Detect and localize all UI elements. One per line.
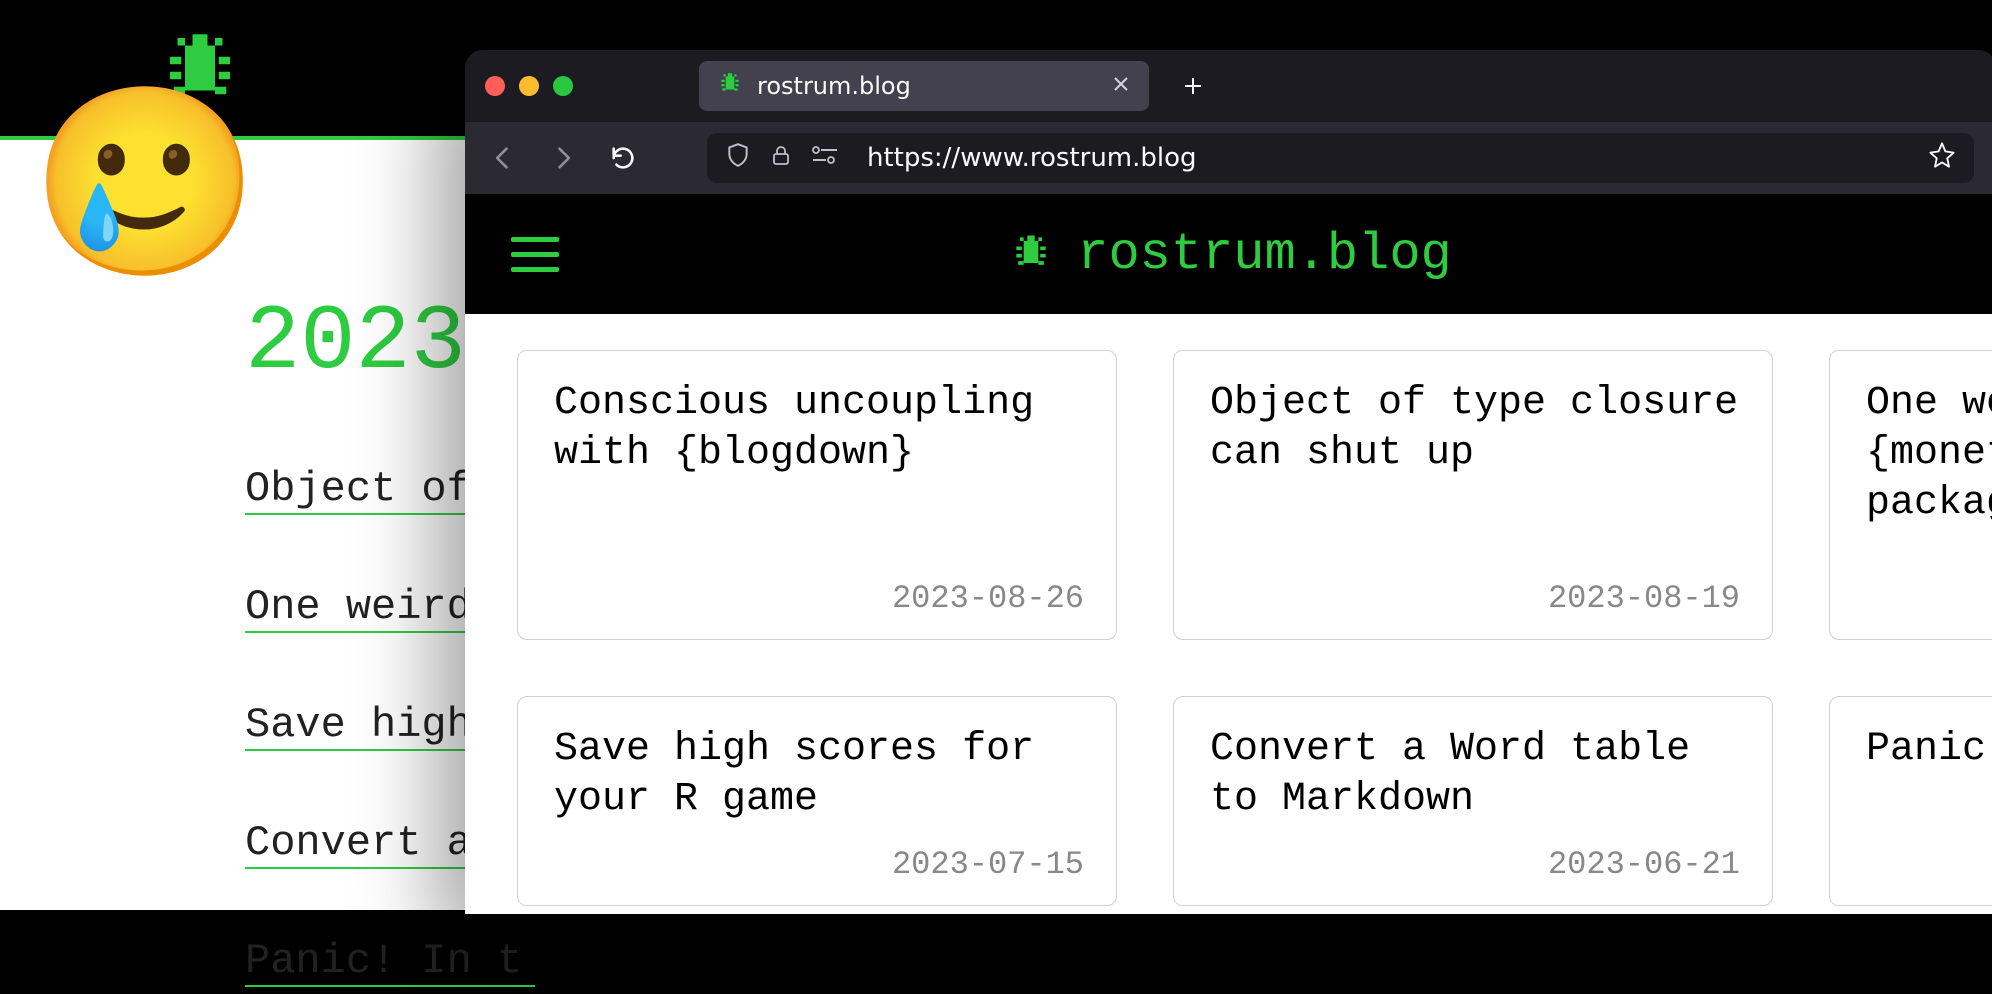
close-icon[interactable] xyxy=(1111,72,1131,100)
page-content: rostrum.blog Conscious uncoupling with {… xyxy=(465,194,1992,914)
post-card-title: Conscious uncoupling with {blogdown} xyxy=(554,379,1084,479)
forward-button[interactable] xyxy=(547,142,579,174)
post-card-date: 2023-07-15 xyxy=(554,846,1084,883)
post-card[interactable]: Conscious uncoupling with {blogdown} 202… xyxy=(517,350,1117,640)
post-card-date: 2023-08-19 xyxy=(1210,580,1740,617)
post-card-date: 2023-08-26 xyxy=(554,580,1084,617)
reload-button[interactable] xyxy=(607,142,639,174)
new-tab-button[interactable] xyxy=(1175,68,1211,104)
window-close-button[interactable] xyxy=(485,76,505,96)
post-card-title: Convert a Word table to Markdown xyxy=(1210,725,1740,825)
post-card-title: One weir {monetiz package xyxy=(1866,379,1992,529)
bug-icon xyxy=(1009,227,1053,282)
post-card[interactable]: One weir {monetiz package xyxy=(1829,350,1992,640)
tab-title: rostrum.blog xyxy=(757,72,911,100)
background-post-link[interactable]: Panic! In t xyxy=(245,937,535,987)
post-card-date: 2023-06-21 xyxy=(1210,846,1740,883)
smiling-tear-emoji: 🥲 xyxy=(30,105,260,290)
bookmark-star-icon[interactable] xyxy=(1928,141,1956,176)
post-card-grid: Conscious uncoupling with {blogdown} 202… xyxy=(465,314,1992,914)
shield-icon[interactable] xyxy=(725,142,751,175)
post-card-title: Object of type closure can shut up xyxy=(1210,379,1740,479)
url-bar[interactable]: https://www.rostrum.blog xyxy=(707,133,1974,183)
post-card[interactable]: Convert a Word table to Markdown 2023-06… xyxy=(1173,696,1773,906)
permissions-icon[interactable] xyxy=(811,143,839,173)
lock-icon[interactable] xyxy=(769,143,793,174)
back-button[interactable] xyxy=(487,142,519,174)
post-card[interactable]: Object of type closure can shut up 2023-… xyxy=(1173,350,1773,640)
tab-strip: rostrum.blog xyxy=(465,50,1992,122)
post-card[interactable]: Save high scores for your R game 2023-07… xyxy=(517,696,1117,906)
bug-icon xyxy=(717,69,743,103)
window-controls xyxy=(485,76,573,96)
post-card-title: Save high scores for your R game xyxy=(554,725,1084,825)
site-header: rostrum.blog xyxy=(465,194,1992,314)
browser-window: rostrum.blog htt xyxy=(465,50,1992,914)
site-brand[interactable]: rostrum.blog xyxy=(1009,225,1451,284)
browser-toolbar: https://www.rostrum.blog xyxy=(465,122,1992,194)
hamburger-menu-icon[interactable] xyxy=(511,237,559,272)
post-card-title: Panic! I xyxy=(1866,725,1992,775)
post-card[interactable]: Panic! I xyxy=(1829,696,1992,906)
window-zoom-button[interactable] xyxy=(553,76,573,96)
site-title: rostrum.blog xyxy=(1077,225,1451,284)
url-text: https://www.rostrum.blog xyxy=(867,143,1197,173)
window-minimize-button[interactable] xyxy=(519,76,539,96)
browser-tab[interactable]: rostrum.blog xyxy=(699,61,1149,111)
